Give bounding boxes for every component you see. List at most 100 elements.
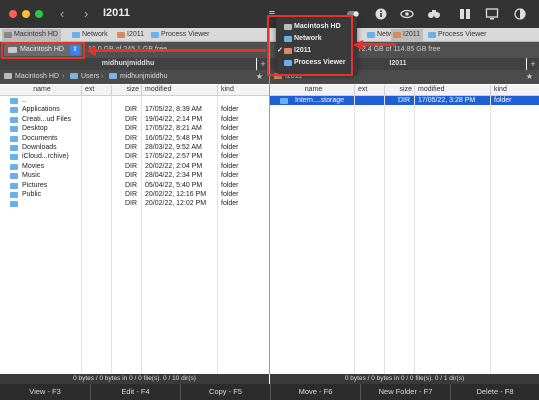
file-modified: 19/04/22, 2:14 PM <box>145 115 203 123</box>
file-row[interactable]: Music DIR 28/04/22, 2:34 PM folder <box>0 171 269 180</box>
tab-macintosh-hd[interactable]: Macintosh HD <box>2 29 61 41</box>
file-kind: folder <box>221 125 239 133</box>
file-size: DIR <box>124 125 137 133</box>
annotation-arrow-head <box>86 45 96 56</box>
drive-icon <box>4 32 12 38</box>
file-kind: folder <box>494 97 512 104</box>
file-modified: 20/02/22, 12:02 PM <box>145 200 207 208</box>
breadcrumb-item[interactable]: midhunjmiddhu <box>109 70 167 84</box>
new-folder-button[interactable]: New Folder - F7 <box>360 384 450 400</box>
file-row[interactable]: Desktop DIR 17/05/22, 8:21 AM folder <box>0 124 269 133</box>
file-row[interactable]: .. <box>0 96 269 105</box>
column-size[interactable]: size <box>384 85 414 96</box>
breadcrumb-item[interactable]: Users <box>70 70 99 84</box>
file-kind: folder <box>221 172 239 180</box>
file-row[interactable]: Pictures DIR 05/04/22, 5:40 PM folder <box>0 181 269 190</box>
column-kind[interactable]: kind <box>217 85 269 96</box>
file-modified: 05/04/22, 5:40 PM <box>145 181 203 189</box>
process-icon <box>151 32 159 38</box>
folder-icon <box>109 73 117 79</box>
file-row[interactable]: Intern....storage DIR 17/05/22, 3:28 PM fol… <box>270 96 539 106</box>
file-row[interactable]: Creati...ud Files DIR 19/04/22, 2:14 PM fol… <box>0 115 269 124</box>
file-row[interactable]: Public DIR 20/02/22, 12:16 PM folder <box>0 190 269 199</box>
file-modified: 17/05/22, 8:21 AM <box>145 125 202 133</box>
file-row[interactable]: DIR 20/02/22, 12:02 PM folder <box>0 199 269 208</box>
minimize-window-button[interactable] <box>22 10 30 18</box>
right-file-list[interactable]: Intern....storage DIR 17/05/22, 3:28 PM fol… <box>270 96 539 374</box>
file-name: iCloud...rchive) <box>22 153 69 161</box>
file-size: DIR <box>124 144 137 151</box>
file-name: Documents <box>22 134 58 142</box>
edit-button[interactable]: Edit - F4 <box>90 384 180 400</box>
tab-process-viewer[interactable]: Process Viewer <box>426 29 490 41</box>
tab-i2011[interactable]: I2011 <box>115 29 147 41</box>
file-row[interactable]: iCloud...rchive) DIR 17/05/22, 2:57 PM fold… <box>0 152 269 161</box>
column-ext[interactable]: ext <box>354 85 384 96</box>
folder-icon <box>10 182 18 189</box>
back-arrow-icon[interactable]: ‹ <box>60 6 64 21</box>
column-size[interactable]: size <box>111 85 141 96</box>
file-name: Music <box>22 172 41 180</box>
star-icon[interactable]: ★ <box>256 70 263 84</box>
info-icon[interactable] <box>374 7 388 21</box>
folder-icon <box>10 154 18 161</box>
right-status: 0 bytes / 0 bytes in 0 / 0 file(s). 0 / … <box>270 374 539 384</box>
file-row[interactable]: Movies DIR 20/02/22, 2:04 PM folder <box>0 162 269 171</box>
star-icon[interactable]: ★ <box>526 70 533 84</box>
file-row[interactable]: Documents DIR 16/05/22, 5:48 PM folder <box>0 134 269 143</box>
close-window-button[interactable] <box>9 10 17 18</box>
copy-button[interactable]: Copy - F5 <box>180 384 270 400</box>
eye-icon[interactable] <box>400 7 414 21</box>
file-kind: folder <box>221 200 239 208</box>
folder-icon <box>70 73 78 79</box>
file-size: DIR <box>124 115 137 123</box>
breadcrumb-label: Macintosh HD <box>15 73 59 80</box>
tab-label: I2011 <box>403 31 420 38</box>
column-name[interactable]: name <box>0 85 81 96</box>
dark-mode-icon[interactable] <box>513 7 527 21</box>
left-file-list[interactable]: .. Applications DIR 17/05/22, 8:39 AM folder… <box>0 96 269 374</box>
left-path-title: midhunjmiddhu <box>0 58 256 70</box>
folder-icon <box>10 163 18 170</box>
column-ext[interactable]: ext <box>81 85 111 96</box>
column-divider <box>354 96 355 374</box>
file-row[interactable]: Applications DIR 17/05/22, 8:39 AM folder <box>0 105 269 114</box>
file-name: Intern....storage <box>295 97 345 104</box>
column-kind[interactable]: kind <box>490 85 539 96</box>
folder-icon <box>10 201 18 208</box>
tab-i2011[interactable]: I2011 <box>391 29 423 41</box>
file-modified: 16/05/22, 5:48 PM <box>145 134 203 142</box>
file-kind: folder <box>221 153 239 161</box>
annotation-box <box>1 42 85 59</box>
panels-icon[interactable] <box>458 7 472 21</box>
pane-divider[interactable] <box>269 28 270 374</box>
chevron-right-icon: › <box>101 73 104 80</box>
view-button[interactable]: View - F3 <box>0 384 90 400</box>
file-modified: 20/02/22, 12:16 PM <box>145 191 207 198</box>
tab-process-viewer[interactable]: Process Viewer <box>149 29 213 41</box>
new-tab-button[interactable]: + <box>527 58 539 70</box>
move-button[interactable]: Move - F6 <box>270 384 360 400</box>
drive-icon <box>4 73 12 79</box>
tab-network[interactable]: Network <box>70 29 111 41</box>
tab-label: I2011 <box>127 31 144 38</box>
column-name[interactable]: name <box>270 85 354 96</box>
file-row[interactable]: Downloads DIR 28/03/22, 9:52 AM folder <box>0 143 269 152</box>
annotation-arrow <box>96 49 266 52</box>
column-divider <box>490 96 491 374</box>
binoculars-icon[interactable] <box>427 7 441 21</box>
folder-icon <box>10 116 18 123</box>
breadcrumb-item[interactable]: Macintosh HD <box>4 70 59 84</box>
left-column-header: name ext size modified kind <box>0 85 269 96</box>
delete-button[interactable]: Delete - F8 <box>450 384 539 400</box>
column-modified[interactable]: modified <box>141 85 217 96</box>
annotation-arrow <box>362 43 396 46</box>
zoom-window-button[interactable] <box>35 10 43 18</box>
folder-icon <box>10 192 18 198</box>
forward-arrow-icon[interactable]: › <box>84 6 88 21</box>
file-size: DIR <box>124 172 137 180</box>
file-name: .. <box>22 97 26 104</box>
column-modified[interactable]: modified <box>414 85 490 96</box>
column-divider <box>81 96 82 374</box>
monitor-icon[interactable] <box>485 7 499 21</box>
